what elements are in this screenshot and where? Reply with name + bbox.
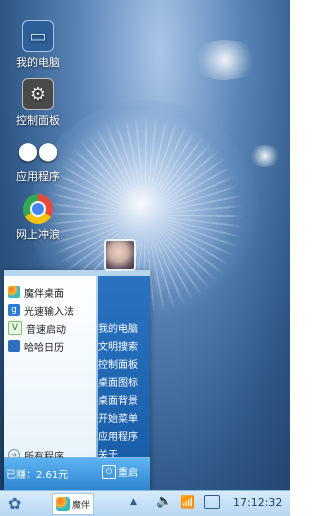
display-icon[interactable] — [204, 495, 220, 509]
dandelion-seed-2 — [248, 145, 282, 167]
chrome-icon — [23, 194, 53, 224]
desktop-icon-label: 控制面板 — [16, 114, 60, 127]
computer-icon: ▭ — [22, 20, 54, 52]
start-menu-programs-pane: 魔伴桌面 g 光速输入法 V 音速启动 哈哈日历 ➜ 所有程序 — [4, 276, 96, 463]
gear-icon: ⚙ — [22, 78, 54, 110]
calendar-icon — [8, 340, 20, 352]
start-menu-shortcut-desktop-icons[interactable]: 桌面图标 — [98, 374, 150, 389]
power-icon: ⏻ — [102, 464, 116, 479]
start-menu-item-label: 光速输入法 — [24, 306, 74, 318]
desktop-icon-label: 我的电脑 — [16, 56, 60, 69]
start-menu-item-label: 魔伴桌面 — [24, 288, 64, 300]
mobo-icon — [8, 286, 20, 298]
volume-icon[interactable]: 🔈 — [156, 494, 172, 509]
start-menu-item-mobo[interactable]: 魔伴桌面 — [8, 284, 96, 300]
start-menu-item-label: 音速启动 — [26, 324, 66, 336]
start-menu-shortcut-desktop-background[interactable]: 桌面背景 — [98, 392, 150, 407]
desktop-icon-browser[interactable]: 网上冲浪 — [8, 194, 68, 241]
apps-grid-icon: ⬤⬤ — [17, 140, 59, 162]
dandelion-seed-1 — [190, 40, 260, 80]
start-menu-item-calendar[interactable]: 哈哈日历 — [8, 338, 96, 354]
start-logo-icon: ✿ — [8, 494, 22, 513]
start-menu-shortcut-control-panel[interactable]: 控制面板 — [98, 356, 150, 371]
input-g-icon: g — [8, 304, 20, 316]
taskbar-app-button[interactable]: 魔伴 — [52, 493, 94, 515]
desktop-icon-label: 网上冲浪 — [16, 228, 60, 241]
start-menu-shortcut-apps[interactable]: 应用程序 — [98, 428, 150, 443]
start-menu-item-label: 哈哈日历 — [24, 342, 64, 354]
taskbar-app-label: 魔伴 — [71, 500, 90, 511]
start-menu-shortcuts-pane: 我的电脑 文明搜索 控制面板 桌面图标 桌面背景 开始菜单 应用程序 关于 — [98, 276, 150, 461]
earned-amount: 已赚：2.61元 — [6, 470, 69, 481]
start-menu-shortcut-start-menu[interactable]: 开始菜单 — [98, 410, 150, 425]
start-menu-item-input[interactable]: g 光速输入法 — [8, 302, 96, 318]
desktop-icon-label: 应用程序 — [16, 170, 60, 183]
start-menu-shortcut-my-computer[interactable]: 我的电脑 — [98, 320, 150, 335]
v-launch-icon: V — [8, 321, 22, 335]
clock: 17:12:32 — [233, 496, 283, 509]
restart-button[interactable]: ⏻ 重启 — [102, 464, 138, 479]
avatar[interactable] — [104, 239, 136, 271]
restart-label: 重启 — [118, 468, 138, 479]
wifi-icon[interactable]: 📶 — [180, 495, 195, 509]
mobo-icon — [55, 497, 70, 511]
desktop-icon-control-panel[interactable]: ⚙ 控制面板 — [8, 78, 68, 127]
desktop-icon-my-computer[interactable]: ▭ 我的电脑 — [8, 20, 68, 69]
start-menu-footer: 已赚：2.61元 ⏻ 重启 — [4, 458, 150, 490]
taskbar: ✿ 魔伴 ▲ 🔈 📶 17:12:32 — [0, 490, 290, 516]
start-menu-shortcut-search[interactable]: 文明搜索 — [98, 338, 150, 353]
start-button[interactable]: ✿ — [8, 494, 26, 513]
desktop-icon-apps[interactable]: ⬤⬤ 应用程序 — [8, 136, 68, 183]
start-menu-item-launch[interactable]: V 音速启动 — [8, 320, 96, 336]
start-menu: 魔伴桌面 g 光速输入法 V 音速启动 哈哈日历 ➜ 所有程序 我的电脑 文明搜… — [4, 270, 150, 490]
tray-expand-icon[interactable]: ▲ — [130, 497, 137, 507]
